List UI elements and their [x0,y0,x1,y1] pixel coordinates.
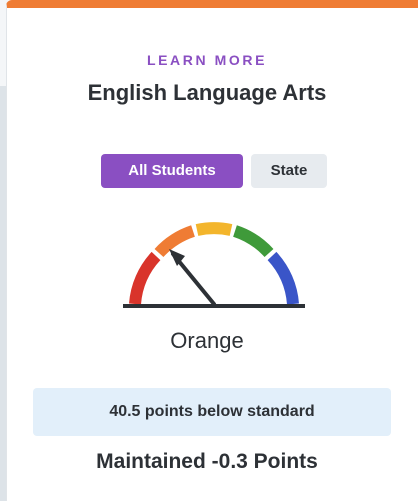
subject-title: English Language Arts [87,80,327,105]
gauge-segment-blue [267,251,299,305]
gauge-level-label: Orange [170,328,244,353]
performance-gauge [123,222,305,308]
learn-more-link[interactable]: LEARN MORE [7,52,407,68]
gauge-segment-yellow [195,222,233,236]
gauge-segment-orange [154,225,196,258]
change-text: Maintained -0.3 Points [96,450,318,473]
gauge-segment-green [232,225,274,258]
gauge-segment-red [129,251,161,305]
dashboard-card: LEARN MORE English Language Arts All Stu… [6,0,418,501]
status-text: 40.5 points below standard [109,403,315,420]
all-students-button[interactable]: All Students [101,154,243,188]
status-box: 40.5 points below standard [33,388,391,436]
state-button[interactable]: State [251,154,327,188]
